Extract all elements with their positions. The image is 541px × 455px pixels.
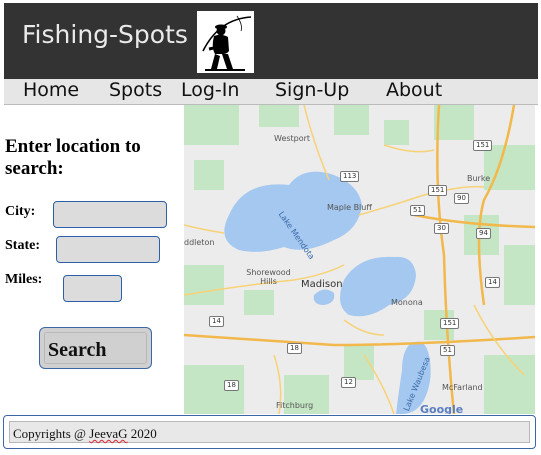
copyright-year: 2020 [127,426,157,441]
copyright-text: Copyrights @ JeevaG 2020 [13,426,157,442]
route-shield: 18 [224,380,239,391]
state-label: State: [5,238,40,253]
site-title: Fishing-Spots [22,20,188,49]
site-header: Fishing-Spots [4,3,538,79]
map-label-fitchburg: Fitchburg [276,401,314,410]
nav-home[interactable]: Home [23,79,79,102]
route-shield: 94 [476,228,491,239]
route-shield: 151 [440,318,460,329]
map-label-monona: Monona [391,298,423,307]
route-shield: 18 [287,343,302,354]
map-label-middleton: ddleton [184,238,215,247]
nav-spots[interactable]: Spots [109,79,162,102]
miles-label: Miles: [5,272,43,287]
nav-login[interactable]: Log-In [181,79,239,102]
city-label: City: [5,204,36,219]
search-heading: Enter location to search: [5,136,141,179]
copyright-author: JeevaG [89,426,128,441]
search-button-label: Search [48,339,107,361]
search-button[interactable]: Search [39,327,152,369]
route-shield: 51 [440,345,455,356]
search-button-face: Search [44,332,147,364]
city-input[interactable] [53,201,167,228]
route-shield: 113 [340,171,360,182]
route-shield: 90 [454,193,469,204]
route-shield: 14 [209,316,224,327]
route-shield: 151 [428,185,448,196]
map-label-maple-bluff: Maple Bluff [327,203,372,212]
map-label-westport: Westport [274,134,311,143]
map-label-mcfarland: McFarland [442,383,483,392]
state-input[interactable] [56,236,160,263]
main-nav: Home Spots Log-In Sign-Up About [4,79,538,105]
copyright-prefix: Copyrights @ [13,426,90,441]
route-shield: 30 [434,223,449,234]
footer-box: Copyrights @ JeevaG 2020 [9,421,530,443]
map-label-burke: Burke [467,174,491,183]
map-view[interactable]: Westport Lake Mendota Maple Bluff Burke … [184,105,535,414]
map-graphic [184,105,535,414]
route-shield: 51 [410,205,425,216]
map-label-madison: Madison [301,279,343,290]
nav-about[interactable]: About [386,79,442,102]
route-shield: 14 [485,277,500,288]
site-footer: Copyrights @ JeevaG 2020 [3,415,536,449]
fisherman-logo-icon [197,11,254,73]
miles-input[interactable] [63,275,122,302]
google-logo: Google [420,403,464,414]
map-label-shorewood-hills: Shorewood Hills [246,268,291,286]
nav-signup[interactable]: Sign-Up [275,79,349,102]
route-shield: 12 [341,377,356,388]
route-shield: 151 [473,140,493,151]
